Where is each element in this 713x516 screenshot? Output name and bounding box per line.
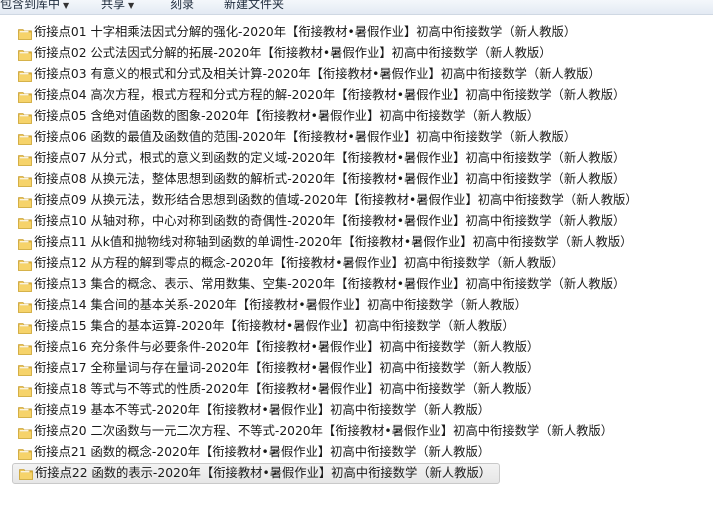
- folder-item[interactable]: 衔接点16 充分条件与必要条件-2020年【衔接教材•暑假作业】初高中衔接数学（…: [12, 337, 549, 358]
- folder-item[interactable]: 衔接点05 含绝对值函数的图象-2020年【衔接教材•暑假作业】初高中衔接数学（…: [12, 106, 549, 127]
- folder-icon: [18, 194, 32, 208]
- folder-item[interactable]: 衔接点03 有意义的根式和分式及相关计算-2020年【衔接教材•暑假作业】初高中…: [12, 64, 611, 85]
- folder-name: 衔接点15 集合的基本运算-2020年【衔接教材•暑假作业】初高中衔接数学（新人…: [34, 319, 515, 333]
- folder-name: 衔接点18 等式与不等式的性质-2020年【衔接教材•暑假作业】初高中衔接数学（…: [34, 382, 540, 396]
- folder-name: 衔接点10 从轴对称，中心对称到函数的奇偶性-2020年【衔接教材•暑假作业】初…: [34, 214, 626, 228]
- folder-name: 衔接点08 从换元法，整体思想到函数的解析式-2020年【衔接教材•暑假作业】初…: [34, 172, 626, 186]
- folder-name: 衔接点02 公式法因式分解的拓展-2020年【衔接教材•暑假作业】初高中衔接数学…: [34, 46, 552, 60]
- folder-name: 衔接点06 函数的最值及函数值的范围-2020年【衔接教材•暑假作业】初高中衔接…: [34, 130, 577, 144]
- include-in-library-button[interactable]: 包含到库中 ▼: [0, 0, 69, 13]
- new-folder-button[interactable]: 新建文件夹: [224, 0, 284, 13]
- folder-icon: [18, 425, 32, 439]
- include-in-library-label: 包含到库中: [0, 0, 61, 11]
- folder-item[interactable]: 衔接点10 从轴对称，中心对称到函数的奇偶性-2020年【衔接教材•暑假作业】初…: [12, 211, 635, 232]
- folder-item[interactable]: 衔接点21 函数的概念-2020年【衔接教材•暑假作业】初高中衔接数学（新人教版…: [12, 442, 500, 463]
- folder-item[interactable]: 衔接点02 公式法因式分解的拓展-2020年【衔接教材•暑假作业】初高中衔接数学…: [12, 43, 562, 64]
- folder-icon: [18, 257, 32, 271]
- folder-name: 衔接点13 集合的概念、表示、常用数集、空集-2020年【衔接教材•暑假作业】初…: [34, 277, 626, 291]
- burn-label: 刻录: [170, 0, 195, 11]
- share-label: 共享: [101, 0, 126, 11]
- folder-item[interactable]: 衔接点19 基本不等式-2020年【衔接教材•暑假作业】初高中衔接数学（新人教版…: [12, 400, 500, 421]
- folder-item[interactable]: 衔接点14 集合间的基本关系-2020年【衔接教材•暑假作业】初高中衔接数学（新…: [12, 295, 537, 316]
- folder-item[interactable]: 衔接点11 从k值和抛物线对称轴到函数的单调性-2020年【衔接教材•暑假作业】…: [12, 232, 642, 253]
- folder-item[interactable]: 衔接点17 全称量词与存在量词-2020年【衔接教材•暑假作业】初高中衔接数学（…: [12, 358, 549, 379]
- folder-icon: [18, 131, 32, 145]
- folder-name: 衔接点20 二次函数与一元二次方程、不等式-2020年【衔接教材•暑假作业】初高…: [34, 424, 614, 438]
- folder-name: 衔接点04 高次方程，根式方程和分式方程的解-2020年【衔接教材•暑假作业】初…: [34, 88, 626, 102]
- folder-icon: [18, 68, 32, 82]
- folder-item[interactable]: 衔接点01 十字相乘法因式分解的强化-2020年【衔接教材•暑假作业】初高中衔接…: [12, 22, 586, 43]
- folder-name: 衔接点09 从换元法，数形结合思想到函数的值域-2020年【衔接教材•暑假作业】…: [34, 193, 638, 207]
- folder-icon: [18, 89, 32, 103]
- folder-name: 衔接点22 函数的表示-2020年【衔接教材•暑假作业】初高中衔接数学（新人教版…: [35, 466, 492, 480]
- folder-item[interactable]: 衔接点20 二次函数与一元二次方程、不等式-2020年【衔接教材•暑假作业】初高…: [12, 421, 623, 442]
- folder-icon: [18, 152, 32, 166]
- folder-icon: [18, 110, 32, 124]
- folder-name: 衔接点11 从k值和抛物线对称轴到函数的单调性-2020年【衔接教材•暑假作业】…: [34, 235, 633, 249]
- chevron-down-icon: ▼: [128, 1, 135, 10]
- folder-item[interactable]: 衔接点22 函数的表示-2020年【衔接教材•暑假作业】初高中衔接数学（新人教版…: [12, 463, 501, 484]
- folder-icon: [18, 404, 32, 418]
- folder-icon: [18, 320, 32, 334]
- folder-item[interactable]: 衔接点09 从换元法，数形结合思想到函数的值域-2020年【衔接教材•暑假作业】…: [12, 190, 648, 211]
- folder-item[interactable]: 衔接点18 等式与不等式的性质-2020年【衔接教材•暑假作业】初高中衔接数学（…: [12, 379, 549, 400]
- folder-icon: [18, 215, 32, 229]
- folder-item[interactable]: 衔接点12 从方程的解到零点的概念-2020年【衔接教材•暑假作业】初高中衔接数…: [12, 253, 574, 274]
- folder-icon: [18, 341, 32, 355]
- folder-item[interactable]: 衔接点07 从分式，根式的意义到函数的定义域-2020年【衔接教材•暑假作业】初…: [12, 148, 635, 169]
- share-button[interactable]: 共享 ▼: [101, 0, 134, 13]
- folder-icon: [18, 47, 32, 61]
- folder-icon: [18, 278, 32, 292]
- folder-name: 衔接点14 集合间的基本关系-2020年【衔接教材•暑假作业】初高中衔接数学（新…: [34, 298, 527, 312]
- folder-name: 衔接点03 有意义的根式和分式及相关计算-2020年【衔接教材•暑假作业】初高中…: [34, 67, 601, 81]
- folder-name: 衔接点19 基本不等式-2020年【衔接教材•暑假作业】初高中衔接数学（新人教版…: [34, 403, 491, 417]
- folder-name: 衔接点05 含绝对值函数的图象-2020年【衔接教材•暑假作业】初高中衔接数学（…: [34, 109, 540, 123]
- folder-icon: [18, 26, 32, 40]
- folder-icon: [18, 383, 32, 397]
- folder-name: 衔接点21 函数的概念-2020年【衔接教材•暑假作业】初高中衔接数学（新人教版…: [34, 445, 491, 459]
- folder-icon: [18, 446, 32, 460]
- chevron-down-icon: ▼: [63, 1, 70, 10]
- folder-item[interactable]: 衔接点15 集合的基本运算-2020年【衔接教材•暑假作业】初高中衔接数学（新人…: [12, 316, 525, 337]
- command-bar: 包含到库中 ▼ 共享 ▼ 刻录 新建文件夹: [0, 0, 713, 15]
- folder-name: 衔接点17 全称量词与存在量词-2020年【衔接教材•暑假作业】初高中衔接数学（…: [34, 361, 540, 375]
- new-folder-label: 新建文件夹: [224, 0, 285, 11]
- burn-button[interactable]: 刻录: [170, 0, 194, 13]
- folder-icon: [18, 173, 32, 187]
- folder-icon: [18, 362, 32, 376]
- folder-name: 衔接点16 充分条件与必要条件-2020年【衔接教材•暑假作业】初高中衔接数学（…: [34, 340, 540, 354]
- folder-name: 衔接点01 十字相乘法因式分解的强化-2020年【衔接教材•暑假作业】初高中衔接…: [34, 25, 577, 39]
- folder-item[interactable]: 衔接点06 函数的最值及函数值的范围-2020年【衔接教材•暑假作业】初高中衔接…: [12, 127, 586, 148]
- folder-icon: [18, 299, 32, 313]
- folder-item[interactable]: 衔接点08 从换元法，整体思想到函数的解析式-2020年【衔接教材•暑假作业】初…: [12, 169, 635, 190]
- folder-name: 衔接点07 从分式，根式的意义到函数的定义域-2020年【衔接教材•暑假作业】初…: [34, 151, 626, 165]
- folder-icon: [18, 236, 32, 250]
- folder-name: 衔接点12 从方程的解到零点的概念-2020年【衔接教材•暑假作业】初高中衔接数…: [34, 256, 564, 270]
- folder-item[interactable]: 衔接点04 高次方程，根式方程和分式方程的解-2020年【衔接教材•暑假作业】初…: [12, 85, 635, 106]
- folder-icon: [19, 467, 33, 480]
- folder-item[interactable]: 衔接点13 集合的概念、表示、常用数集、空集-2020年【衔接教材•暑假作业】初…: [12, 274, 635, 295]
